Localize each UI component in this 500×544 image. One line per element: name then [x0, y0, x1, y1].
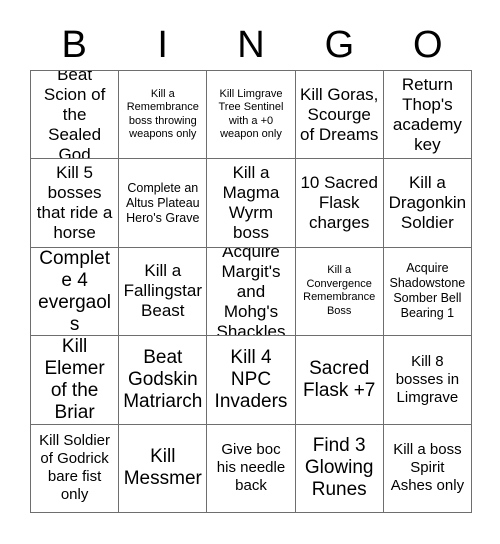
bingo-cell[interactable]: Kill 4 NPC Invaders [207, 336, 296, 425]
bingo-cell-text: Kill Limgrave Tree Sentinel with a +0 we… [218, 87, 284, 141]
bingo-cell[interactable]: Kill a boss Spirit Ashes only [383, 424, 472, 513]
bingo-header-letter-n: N [237, 24, 265, 66]
bingo-cell-text: Kill Goras, Scourge of Dreams [299, 84, 379, 144]
bingo-cell-text: Acquire Margit's and Mohg's Shackles [216, 247, 286, 337]
bingo-cell-text: Find 3 Glowing Runes [304, 435, 374, 501]
bingo-cell[interactable]: Return Thop's academy key [383, 71, 472, 160]
bingo-cell-text: Complete an Altus Plateau Hero's Grave [125, 180, 200, 225]
bingo-cell[interactable]: Complete an Altus Plateau Hero's Grave [119, 159, 208, 248]
bingo-cell-text: Kill a Convergence Remembrance Boss [303, 264, 376, 317]
bingo-cell-text: Kill 4 NPC Invaders [214, 346, 288, 412]
bingo-cell[interactable]: 10 Sacred Flask charges [295, 159, 384, 248]
bingo-cell[interactable]: Beat Godskin Matriarch [119, 336, 208, 425]
bingo-header-row: B I N G O [30, 20, 472, 70]
bingo-cell-text: Kill a Remembrance boss throwing weapons… [126, 87, 199, 141]
bingo-cell[interactable]: Kill 5 bosses that ride a horse [31, 159, 120, 248]
bingo-cell[interactable]: Kill a Dragonkin Soldier [383, 159, 472, 248]
bingo-grid: Beat Scion of the Sealed God Kill a Remem… [30, 70, 472, 513]
bingo-cell[interactable]: Kill Messmer [119, 424, 208, 513]
bingo-cell[interactable]: Acquire Margit's and Mohg's Shackles [207, 247, 296, 337]
bingo-cell[interactable]: Sacred Flask +7 [295, 336, 384, 425]
bingo-cell-text: Return Thop's academy key [392, 74, 462, 154]
bingo-cell-text: 10 Sacred Flask charges [300, 173, 378, 233]
bingo-cell-text: Kill Elemer of the Briar [44, 336, 105, 423]
bingo-cell-text: Kill 8 bosses in Limgrave [395, 352, 460, 406]
bingo-cell-text: Sacred Flask +7 [303, 357, 376, 401]
bingo-cell[interactable]: Acquire Shadowstone Somber Bell Bearing … [383, 247, 472, 337]
bingo-cell[interactable]: Kill Elemer of the Briar [31, 336, 120, 425]
bingo-cell[interactable]: Kill Soldier of Godrick bare fist only [31, 424, 120, 513]
bingo-header-letter-o: O [413, 24, 443, 66]
bingo-cell-text: Beat Scion of the Sealed God [43, 71, 106, 160]
bingo-cell-text: Beat Godskin Matriarch [123, 346, 203, 412]
bingo-cell-text: Kill a Fallingstar Beast [123, 261, 202, 321]
bingo-cell-text: Kill a boss Spirit Ashes only [390, 441, 465, 495]
bingo-card: B I N G O Beat Scion of the Sealed God Ki… [0, 0, 500, 544]
bingo-cell[interactable]: Kill a Remembrance boss throwing weapons… [119, 71, 208, 160]
bingo-cell[interactable]: Kill Goras, Scourge of Dreams [295, 71, 384, 160]
bingo-header-letter-i: I [157, 24, 168, 66]
bingo-cell[interactable]: Kill 8 bosses in Limgrave [383, 336, 472, 425]
bingo-cell[interactable]: Beat Scion of the Sealed God [31, 71, 120, 160]
bingo-header-letter-g: G [324, 24, 355, 66]
bingo-cell-text: Give boc his needle back [216, 441, 286, 495]
bingo-header-letter-b: B [61, 24, 87, 66]
bingo-cell[interactable]: Find 3 Glowing Runes [295, 424, 384, 513]
bingo-cell-text: Kill Soldier of Godrick bare fist only [39, 432, 111, 504]
bingo-cell[interactable]: Complete 4 evergaols [31, 247, 120, 337]
bingo-cell-text: Complete 4 evergaols [38, 247, 112, 335]
bingo-cell-text: Kill 5 bosses that ride a horse [36, 163, 113, 243]
bingo-cell[interactable]: Kill Limgrave Tree Sentinel with a +0 we… [207, 71, 296, 160]
bingo-cell-text: Kill a Dragonkin Soldier [388, 173, 467, 233]
bingo-cell-text: Kill a Magma Wyrm boss [222, 163, 280, 243]
bingo-cell-text: Acquire Shadowstone Somber Bell Bearing … [389, 261, 466, 321]
bingo-cell[interactable]: Kill a Fallingstar Beast [119, 247, 208, 337]
bingo-cell[interactable]: Kill a Magma Wyrm boss [207, 159, 296, 248]
bingo-cell-text: Kill Messmer [123, 446, 202, 490]
bingo-cell[interactable]: Give boc his needle back [207, 424, 296, 513]
bingo-cell[interactable]: Kill a Convergence Remembrance Boss [295, 247, 384, 337]
